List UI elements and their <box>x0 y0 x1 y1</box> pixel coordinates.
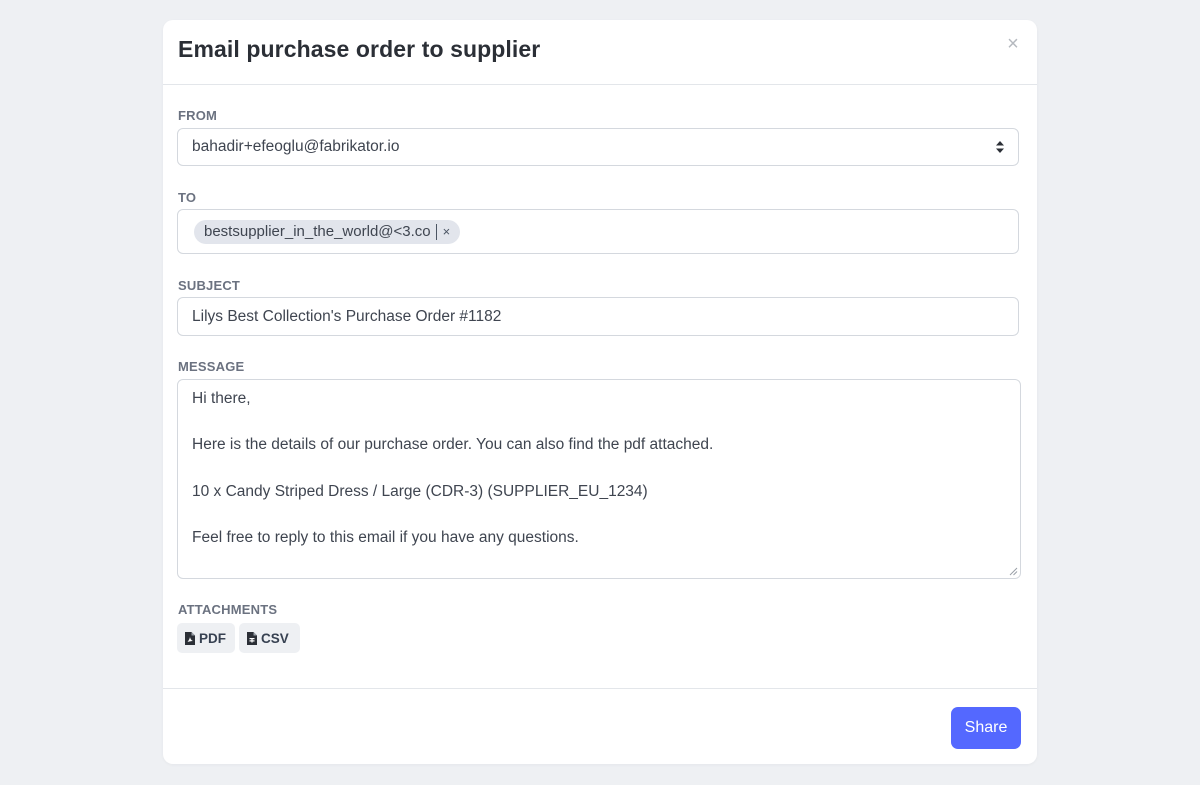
attachment-pdf-button[interactable]: PDF <box>177 623 235 653</box>
file-pdf-icon <box>185 631 195 645</box>
from-select-value: bahadir+efeoglu@fabrikator.io <box>192 138 400 155</box>
subject-input[interactable]: Lilys Best Collection's Purchase Order #… <box>177 297 1019 336</box>
attachments-label: ATTACHMENTS <box>178 602 278 617</box>
message-textarea[interactable]: Hi there, Here is the details of our pur… <box>177 379 1021 579</box>
subject-label: SUBJECT <box>178 278 241 293</box>
from-label: FROM <box>178 108 218 123</box>
subject-input-value: Lilys Best Collection's Purchase Order #… <box>192 307 502 325</box>
modal-header: Email purchase order to supplier × <box>163 20 1037 85</box>
message-line: Feel free to reply to this email if you … <box>192 529 579 546</box>
attachment-csv-button[interactable]: CSV <box>239 623 300 653</box>
resize-handle-icon[interactable] <box>1009 567 1018 576</box>
tag-divider <box>435 224 437 240</box>
to-recipients-field[interactable]: bestsupplier_in_the_world@<3.co × <box>177 209 1019 254</box>
close-icon[interactable]: × <box>1005 33 1021 55</box>
sort-arrows-icon <box>996 141 1004 153</box>
attachment-csv-label: CSV <box>261 630 289 646</box>
from-select[interactable]: bahadir+efeoglu@fabrikator.io <box>177 128 1019 166</box>
file-csv-icon <box>247 631 257 645</box>
modal-title: Email purchase order to supplier <box>178 36 541 62</box>
to-label: TO <box>178 190 197 205</box>
message-line: Hi there, <box>192 390 251 407</box>
message-label: MESSAGE <box>178 359 245 374</box>
message-line: 10 x Candy Striped Dress / Large (CDR-3)… <box>192 483 648 500</box>
recipient-tag: bestsupplier_in_the_world@<3.co × <box>194 220 461 244</box>
email-purchase-order-modal: Email purchase order to supplier × FROM … <box>163 20 1037 764</box>
attachment-pdf-label: PDF <box>199 630 226 646</box>
footer-divider <box>163 688 1037 689</box>
share-button[interactable]: Share <box>951 707 1021 749</box>
recipient-email: bestsupplier_in_the_world@<3.co <box>204 223 431 240</box>
message-line: Here is the details of our purchase orde… <box>192 436 714 453</box>
remove-recipient-icon[interactable]: × <box>443 220 451 244</box>
